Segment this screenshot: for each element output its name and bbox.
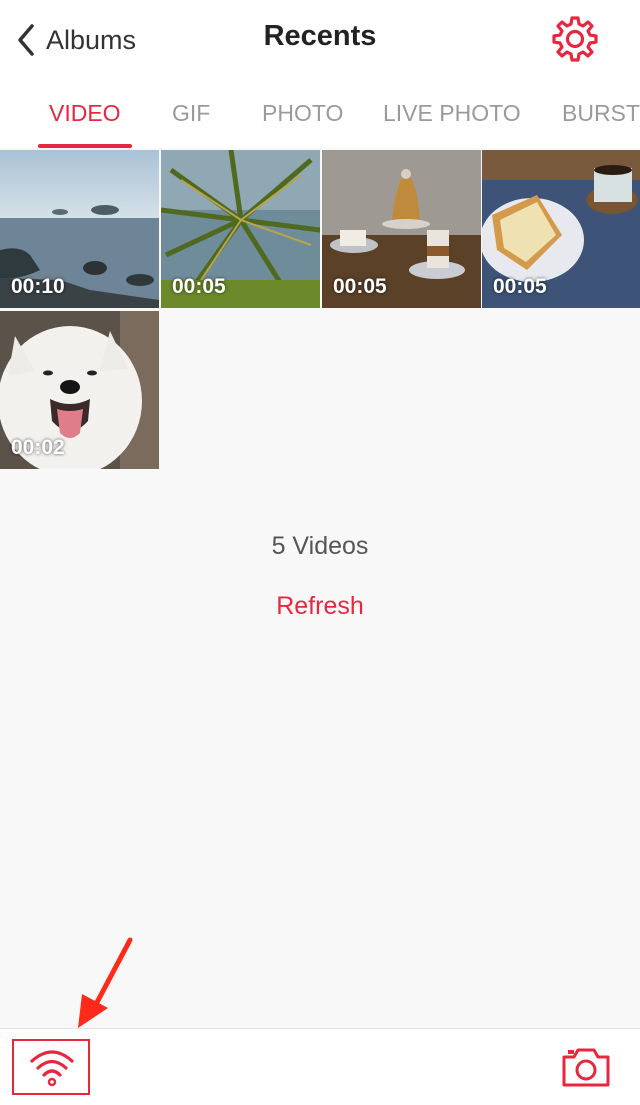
- navigation-bar: Albums Recents: [0, 0, 640, 80]
- annotation-arrow-icon: [78, 937, 133, 1028]
- tab-gif[interactable]: GIF: [172, 100, 210, 127]
- tab-video[interactable]: VIDEO: [49, 100, 121, 127]
- tab-burst[interactable]: BURST: [562, 100, 640, 127]
- page-title: Recents: [263, 20, 377, 52]
- tab-live-photo[interactable]: LIVE PHOTO: [383, 100, 521, 127]
- video-duration: 00:02: [11, 436, 65, 459]
- video-duration: 00:10: [11, 275, 65, 298]
- media-type-tabs: VIDEO GIF PHOTO LIVE PHOTO BURST: [0, 80, 640, 148]
- video-thumbnail-sea[interactable]: 00:10: [0, 150, 159, 308]
- camera-button[interactable]: [560, 1045, 612, 1089]
- video-duration: 00:05: [333, 275, 387, 298]
- refresh-button[interactable]: Refresh: [0, 592, 640, 621]
- video-duration: 00:05: [493, 275, 547, 298]
- video-count-label: 5 Videos: [271, 532, 369, 560]
- video-thumbnail-dog[interactable]: 00:02: [0, 311, 159, 469]
- wifi-icon: [30, 1050, 74, 1087]
- bottom-toolbar: [0, 1028, 640, 1105]
- video-thumbnail-palm[interactable]: 00:05: [161, 150, 320, 308]
- settings-button[interactable]: [550, 14, 600, 64]
- camera-icon: [562, 1048, 610, 1087]
- active-tab-indicator: [38, 144, 132, 148]
- video-duration: 00:05: [172, 275, 226, 298]
- video-thumbnail-cafe[interactable]: 00:05: [322, 150, 481, 308]
- wifi-transfer-button[interactable]: [12, 1039, 90, 1095]
- gear-icon: [552, 16, 598, 62]
- tab-photo[interactable]: PHOTO: [262, 100, 343, 127]
- video-thumbnail-toast[interactable]: 00:05: [482, 150, 640, 308]
